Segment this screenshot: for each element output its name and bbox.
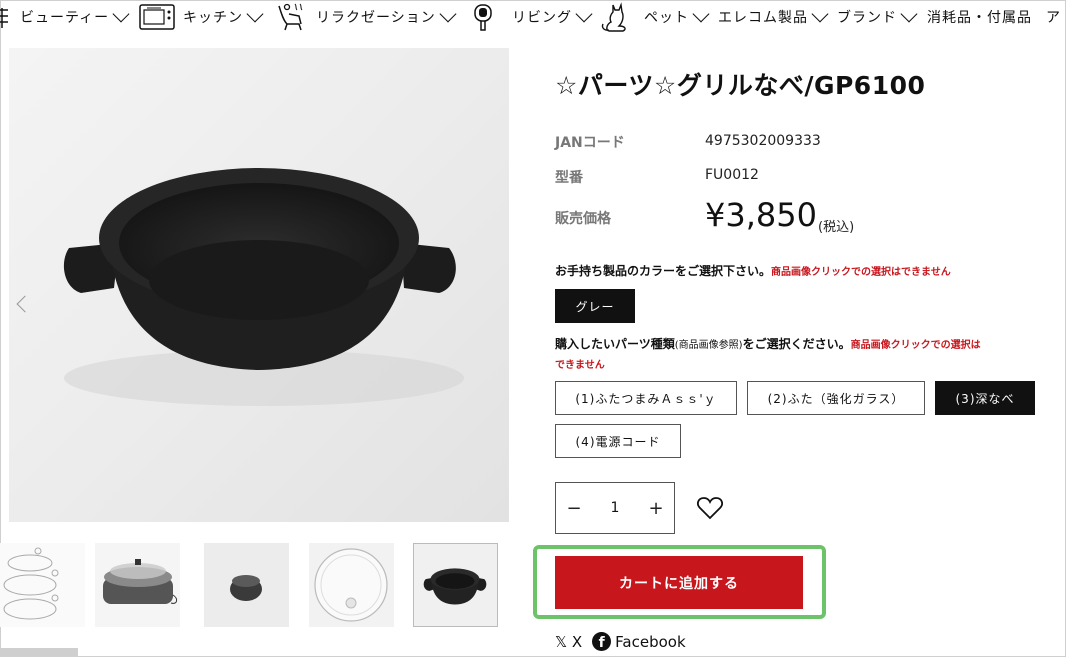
nav-item-brand[interactable]: ブランド — [837, 0, 918, 34]
nav-item-label: キッチン — [183, 10, 243, 26]
chevron-down-icon — [811, 5, 829, 23]
nav-item-pet[interactable]: ペット — [644, 0, 710, 34]
top-navigation: ビューティー キッチン リラクゼーション リビング ペット エレコム製品 ブラン… — [0, 0, 1066, 36]
thumbnail-glass-lid[interactable] — [309, 543, 394, 627]
oven-icon — [139, 4, 175, 30]
thumbnail-deep-pot[interactable] — [413, 543, 498, 627]
parts-diagram-image — [3, 547, 59, 620]
cat-icon — [601, 2, 626, 32]
grill-set-image — [103, 559, 178, 604]
nav-item-kitchen[interactable]: キッチン — [183, 0, 264, 34]
nav-item-label: ブランド — [837, 10, 897, 26]
deep-pot-image — [423, 568, 487, 605]
nav-item-label: ビューティー — [20, 10, 110, 26]
facebook-share-link[interactable]: f Facebook — [592, 632, 686, 651]
nav-item-label: リビング — [512, 10, 572, 26]
jan-label: JANコード — [555, 135, 625, 151]
lid-knob-image — [230, 575, 262, 601]
quantity-decrease-button[interactable]: − — [556, 483, 592, 533]
nav-item-label: リラクゼーション — [316, 10, 436, 26]
x-logo-icon: 𝕏 — [555, 632, 568, 651]
parts-select-note: (商品画像参照) — [674, 340, 743, 351]
price-label: 販売価格 — [555, 211, 611, 227]
part-option-lid-knob[interactable]: (1)ふたつまみＡｓｓ'ｙ — [555, 381, 737, 415]
part-option-power-cord[interactable]: (4)電源コード — [555, 424, 681, 458]
model-value: FU0012 — [705, 167, 759, 183]
heart-icon[interactable] — [696, 494, 724, 522]
facebook-icon: f — [592, 632, 612, 651]
beauty-icon — [0, 8, 8, 28]
color-option-gray[interactable]: グレー — [555, 289, 635, 323]
grill-pot-image — [63, 168, 464, 406]
glass-lid-image — [314, 548, 388, 622]
x-share-label: X — [571, 632, 583, 651]
thumbnail-grill-set[interactable] — [95, 543, 180, 627]
parts-select-warning: 商品画像クリックでの選択は — [850, 340, 981, 351]
quantity-stepper: − 1 + — [555, 482, 675, 534]
chevron-down-icon — [900, 5, 918, 23]
nav-item-elecom[interactable]: エレコム製品 — [718, 0, 829, 34]
color-select-prompt: お手持ち製品のカラーをご選択下さい。 — [555, 264, 772, 278]
nav-item-label: エレコム製品 — [718, 10, 808, 26]
nav-item-label: ア — [1046, 10, 1061, 26]
facebook-label: Facebook — [615, 632, 686, 651]
parts-select-prompt-end: をご選択ください。 — [742, 337, 851, 351]
tax-note: (税込) — [818, 220, 855, 235]
model-label: 型番 — [555, 170, 583, 186]
add-to-cart-button[interactable]: カートに追加する — [555, 556, 803, 609]
massage-chair-icon — [278, 3, 303, 31]
price-value: ¥3,850 — [705, 196, 817, 234]
part-option-glass-lid[interactable]: (2)ふた（強化ガラス） — [747, 381, 925, 415]
chevron-down-icon — [575, 5, 593, 23]
parts-select-label: 購入したいパーツ種類(商品画像参照)をご選択ください。商品画像クリックでの選択は… — [555, 335, 1055, 375]
thumbnail-lid-knob[interactable] — [204, 543, 289, 627]
horizontal-scrollbar[interactable] — [0, 648, 78, 656]
part-option-deep-pot[interactable]: (3)深なべ — [935, 381, 1035, 415]
nav-item-living[interactable]: リビング — [512, 0, 593, 34]
nav-item-label: ペット — [644, 10, 689, 26]
chevron-down-icon — [246, 5, 264, 23]
nav-item-label: 消耗品・付属品 — [927, 10, 1032, 26]
nav-item-truncated[interactable]: ア — [1046, 0, 1061, 34]
quantity-value[interactable]: 1 — [592, 500, 638, 516]
share-links: 𝕏 X f Facebook — [555, 632, 686, 651]
chevron-down-icon — [112, 5, 130, 23]
color-select-warning: 商品画像クリックでの選択はできません — [771, 267, 951, 278]
parts-select-prompt: 購入したいパーツ種類 — [555, 337, 675, 351]
parts-select-warning-cont: できません — [555, 360, 605, 371]
color-select-label: お手持ち製品のカラーをご選択下さい。商品画像クリックでの選択はできません — [555, 262, 951, 282]
jan-value: 4975302009333 — [705, 133, 821, 149]
chevron-down-icon — [692, 5, 710, 23]
product-title: ☆パーツ☆グリルなべ/GP6100 — [555, 71, 926, 100]
thumbnail-diagram[interactable] — [0, 543, 85, 627]
main-product-image[interactable] — [9, 48, 509, 522]
nav-item-supplies[interactable]: 消耗品・付属品 — [927, 0, 1032, 34]
nav-item-beauty[interactable]: ビューティー — [20, 0, 130, 34]
chevron-down-icon — [439, 5, 457, 23]
fabric-shaver-icon — [474, 4, 492, 31]
nav-item-relaxation[interactable]: リラクゼーション — [316, 0, 457, 34]
x-share-link[interactable]: 𝕏 X — [555, 633, 582, 651]
quantity-increase-button[interactable]: + — [638, 483, 674, 533]
